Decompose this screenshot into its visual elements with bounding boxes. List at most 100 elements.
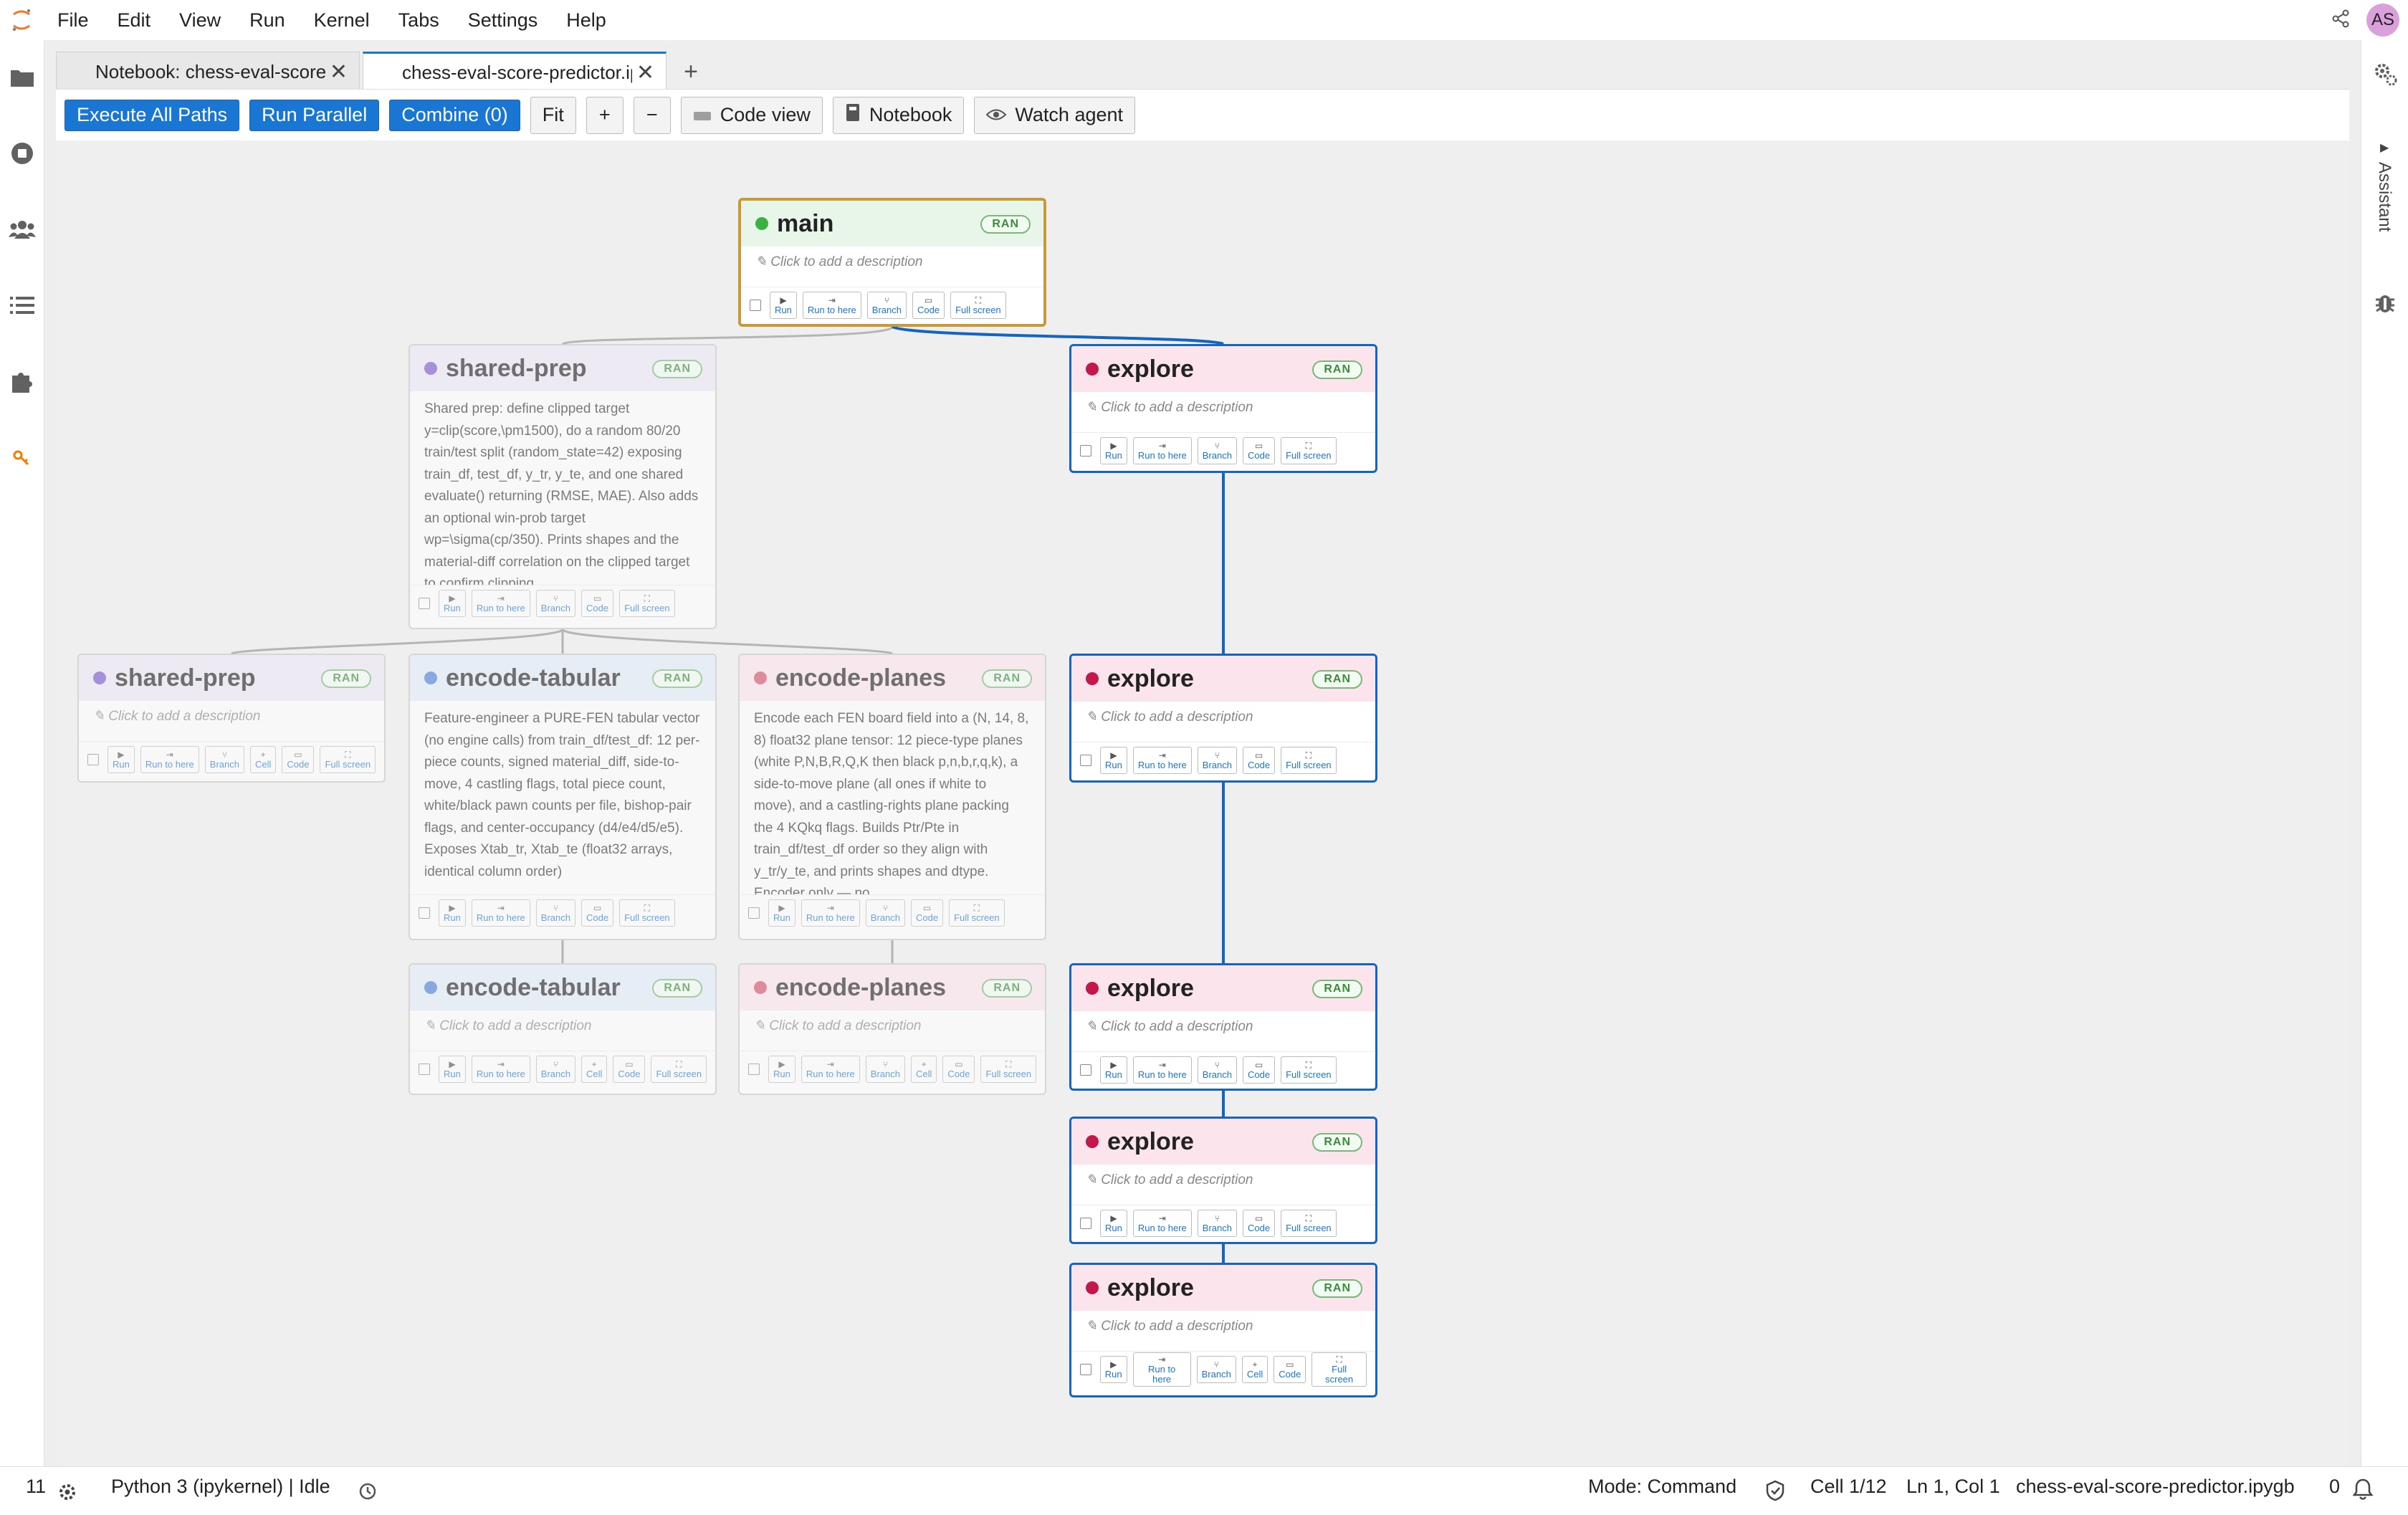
run-to-here-button[interactable]: ⇥ Run to here xyxy=(1132,746,1192,774)
full-screen-button[interactable]: ⛶ Full screen xyxy=(950,291,1006,319)
full-screen-button[interactable]: ⛶ Full screen xyxy=(980,1055,1037,1083)
run-button[interactable]: ▶ Run xyxy=(439,589,466,617)
code-view-button[interactable]: Code view xyxy=(680,96,823,134)
full-screen-button[interactable]: ⛶ Full screen xyxy=(320,745,376,773)
branch-button[interactable]: ⑂ Branch xyxy=(865,1055,905,1083)
menu-view[interactable]: View xyxy=(165,0,235,40)
graph-canvas[interactable]: main RAN ✎ Click to add a description ▶ Run ⇥… xyxy=(56,140,2349,1465)
full-screen-button[interactable]: ⛶ Full screen xyxy=(651,1055,707,1083)
select-checkbox[interactable] xyxy=(419,907,430,919)
node-header[interactable]: encode-tabular RAN xyxy=(410,965,715,1010)
node-header[interactable]: main RAN xyxy=(741,201,1043,247)
code-button[interactable]: ▭ Code xyxy=(912,291,945,319)
node-encode-planes-2[interactable]: encode-planes RAN ✎ Click to add a descrip… xyxy=(738,963,1046,1095)
code-button[interactable]: ▭ Code xyxy=(282,745,315,773)
status-count[interactable]: 11 xyxy=(26,1467,46,1506)
notebook-button[interactable]: Notebook xyxy=(832,96,965,134)
run-to-here-button[interactable]: ⇥ Run to here xyxy=(801,899,860,927)
cell-button[interactable]: + Cell xyxy=(1241,1355,1268,1383)
close-icon[interactable]: ✕ xyxy=(636,60,654,85)
description-placeholder[interactable]: ✎ Click to add a description xyxy=(1071,1311,1375,1351)
code-button[interactable]: ▭ Code xyxy=(1243,436,1276,464)
property-inspector-gears-icon[interactable] xyxy=(2373,62,2399,91)
menu-settings[interactable]: Settings xyxy=(454,0,553,40)
history-icon[interactable] xyxy=(357,1476,377,1514)
run-button[interactable]: ▶ Run xyxy=(768,1055,796,1083)
description-placeholder[interactable]: ✎ Click to add a description xyxy=(1071,1011,1375,1051)
menu-kernel[interactable]: Kernel xyxy=(300,0,384,40)
node-header[interactable]: explore RAN xyxy=(1071,965,1375,1011)
trusted-shield-icon[interactable] xyxy=(1764,1476,1786,1514)
node-main[interactable]: main RAN ✎ Click to add a description ▶ Run ⇥… xyxy=(738,198,1046,327)
select-checkbox[interactable] xyxy=(1080,444,1091,457)
kernel-status[interactable]: Python 3 (ipykernel) | Idle xyxy=(111,1467,330,1506)
select-checkbox[interactable] xyxy=(1080,1064,1091,1076)
full-screen-button[interactable]: ⛶ Full screen xyxy=(1281,746,1337,774)
node-header[interactable]: encode-planes RAN xyxy=(740,965,1045,1010)
full-screen-button[interactable]: ⛶ Full screen xyxy=(1281,1209,1337,1237)
branch-button[interactable]: ⑂ Branch xyxy=(1196,1355,1236,1383)
node-header[interactable]: shared-prep RAN xyxy=(79,655,384,701)
node-description[interactable]: Feature-engineer a PURE-FEN tabular vect… xyxy=(410,701,715,894)
run-to-here-button[interactable]: ⇥ Run to here xyxy=(802,291,861,319)
avatar[interactable]: AS xyxy=(2366,4,2399,37)
select-checkbox[interactable] xyxy=(1080,754,1091,766)
zoom-in-button[interactable]: + xyxy=(586,96,624,134)
bell-icon[interactable] xyxy=(2352,1475,2374,1514)
assistant-panel-tab[interactable]: ▶ Assistant xyxy=(2370,140,2399,291)
run-to-here-button[interactable]: ⇥ Run to here xyxy=(1132,436,1192,464)
cursor-position[interactable]: Ln 1, Col 1 xyxy=(1906,1467,2000,1506)
code-button[interactable]: ▭ Code xyxy=(581,899,614,927)
description-placeholder[interactable]: ✎ Click to add a description xyxy=(1071,1165,1375,1205)
node-encode-tabular[interactable]: encode-tabular RAN Feature-engineer a PURE… xyxy=(408,654,717,940)
node-explore-4[interactable]: explore RAN ✎ Click to add a description ▶ R… xyxy=(1069,1117,1377,1244)
node-description[interactable]: Shared prep: define clipped target y=cli… xyxy=(410,391,715,585)
run-to-here-button[interactable]: ⇥ Run to here xyxy=(1132,1056,1192,1084)
node-encode-tabular-2[interactable]: encode-tabular RAN ✎ Click to add a descri… xyxy=(408,963,717,1095)
branch-button[interactable]: ⑂ Branch xyxy=(1197,436,1237,464)
code-button[interactable]: ▭ Code xyxy=(581,589,614,617)
run-to-here-button[interactable]: ⇥ Run to here xyxy=(471,1055,530,1083)
node-encode-planes[interactable]: encode-planes RAN Encode each FEN board fi… xyxy=(738,654,1046,940)
code-button[interactable]: ▭ Code xyxy=(613,1055,646,1083)
fit-button[interactable]: Fit xyxy=(530,96,576,134)
cell-button[interactable]: + Cell xyxy=(249,745,277,773)
cell-status[interactable]: Cell 1/12 xyxy=(1810,1467,1887,1506)
run-to-here-button[interactable]: ⇥ Run to here xyxy=(1132,1209,1192,1237)
run-button[interactable]: ▶ Run xyxy=(1100,436,1127,464)
description-placeholder[interactable]: ✎ Click to add a description xyxy=(1071,702,1375,742)
run-button[interactable]: ▶ Run xyxy=(768,899,796,927)
node-header[interactable]: explore RAN xyxy=(1071,1265,1375,1311)
code-button[interactable]: ▭ Code xyxy=(1243,1209,1276,1237)
run-button[interactable]: ▶ Run xyxy=(1100,746,1127,774)
select-checkbox[interactable] xyxy=(748,907,760,919)
node-shared-prep[interactable]: shared-prep RAN Shared prep: define clippe… xyxy=(408,344,717,629)
menu-run[interactable]: Run xyxy=(235,0,300,40)
full-screen-button[interactable]: ⛶ Full screen xyxy=(1281,436,1337,464)
full-screen-button[interactable]: ⛶ Full screen xyxy=(619,899,675,927)
run-button[interactable]: ▶ Run xyxy=(439,1055,466,1083)
full-screen-button[interactable]: ⛶ Full screen xyxy=(619,589,675,617)
menu-tabs[interactable]: Tabs xyxy=(384,0,454,40)
branch-button[interactable]: ⑂ Branch xyxy=(535,1055,575,1083)
run-button[interactable]: ▶ Run xyxy=(108,745,135,773)
watch-agent-button[interactable]: Watch agent xyxy=(974,96,1136,134)
tab-notebook[interactable]: Notebook: chess-eval-score-predictor ✕ xyxy=(56,52,360,92)
branch-button[interactable]: ⑂ Branch xyxy=(204,745,244,773)
run-to-here-button[interactable]: ⇥ Run to here xyxy=(471,589,530,617)
folder-icon[interactable] xyxy=(8,63,37,92)
select-checkbox[interactable] xyxy=(1080,1363,1091,1375)
run-button[interactable]: ▶ Run xyxy=(1099,1355,1127,1383)
share-icon[interactable] xyxy=(2331,9,2351,32)
select-checkbox[interactable] xyxy=(750,299,761,311)
run-button[interactable]: ▶ Run xyxy=(770,291,797,319)
menu-edit[interactable]: Edit xyxy=(103,0,166,40)
menu-file[interactable]: File xyxy=(43,0,103,40)
node-shared-prep-2[interactable]: shared-prep RAN ✎ Click to add a descripti… xyxy=(77,654,386,783)
run-button[interactable]: ▶ Run xyxy=(1100,1209,1127,1237)
full-screen-button[interactable]: ⛶ Full screen xyxy=(1281,1056,1337,1084)
node-description[interactable]: Encode each FEN board field into a (N, 1… xyxy=(740,701,1045,894)
description-placeholder[interactable]: ✎ Click to add a description xyxy=(79,701,384,741)
select-checkbox[interactable] xyxy=(748,1063,760,1075)
add-tab-plus-icon[interactable]: + xyxy=(674,54,708,89)
